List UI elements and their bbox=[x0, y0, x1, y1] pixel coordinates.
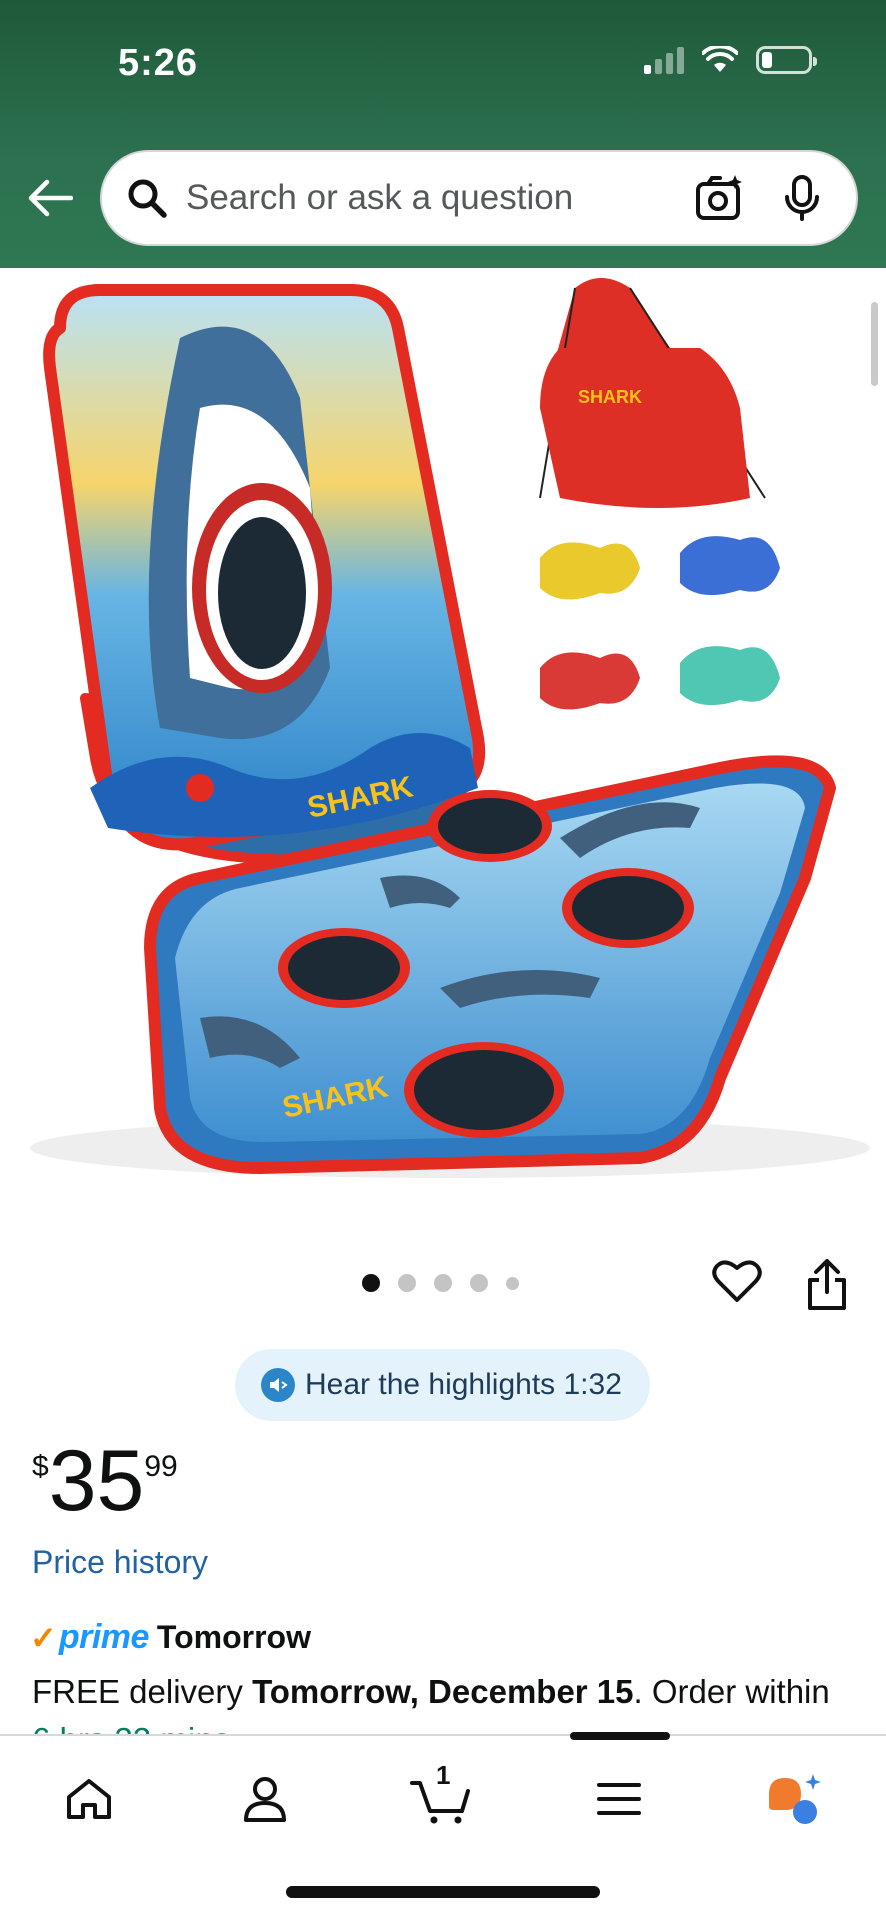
home-indicator bbox=[286, 1886, 600, 1898]
back-button[interactable] bbox=[22, 170, 78, 226]
pagination-dot[interactable] bbox=[434, 1274, 452, 1292]
cart-count: 1 bbox=[436, 1760, 451, 1790]
tab-indicator bbox=[570, 1732, 670, 1740]
search-input[interactable]: Search or ask a question bbox=[186, 178, 668, 218]
image-pagination[interactable] bbox=[362, 1274, 519, 1292]
prime-delivery-day: Tomorrow bbox=[156, 1619, 311, 1655]
hear-highlights-label: Hear the highlights 1:32 bbox=[305, 1368, 622, 1401]
product-photo: SHARK SHARK SHARK bbox=[30, 278, 870, 1178]
app-header: 5:26 Search or ask a question bbox=[0, 0, 886, 268]
pagination-dot[interactable] bbox=[398, 1274, 416, 1292]
battery-icon bbox=[756, 46, 817, 74]
delivery-date: Tomorrow, December 15 bbox=[252, 1673, 634, 1710]
hear-highlights-button[interactable]: Hear the highlights 1:32 bbox=[235, 1349, 650, 1421]
delivery-suffix: . Order within bbox=[633, 1673, 830, 1710]
svg-text:SHARK: SHARK bbox=[578, 387, 642, 407]
tab-menu[interactable] bbox=[584, 1764, 654, 1834]
pagination-dot[interactable] bbox=[506, 1276, 519, 1290]
voice-search-button[interactable] bbox=[772, 168, 832, 228]
tab-rufus[interactable] bbox=[760, 1764, 830, 1834]
wishlist-button[interactable] bbox=[712, 1258, 762, 1308]
prime-logo: prime bbox=[58, 1618, 150, 1656]
search-bar[interactable]: Search or ask a question bbox=[100, 150, 858, 246]
scroll-indicator bbox=[871, 302, 878, 386]
share-button[interactable] bbox=[804, 1258, 850, 1312]
audio-icon bbox=[261, 1368, 295, 1402]
price-fraction: 99 bbox=[144, 1450, 178, 1483]
camera-search-button[interactable] bbox=[690, 168, 750, 228]
delivery-prefix: FREE delivery bbox=[32, 1673, 253, 1710]
status-icons bbox=[644, 46, 817, 74]
prime-check-icon: ✓ bbox=[30, 1619, 57, 1656]
home-icon bbox=[67, 1779, 111, 1819]
hamburger-menu-icon bbox=[597, 1783, 641, 1815]
product-price: $ 35 99 bbox=[32, 1438, 178, 1524]
camera-sparkle-icon bbox=[696, 175, 742, 220]
price-history-link[interactable]: Price history bbox=[32, 1544, 208, 1581]
prime-badge: ✓ prime Tomorrow bbox=[30, 1618, 311, 1657]
tab-home[interactable] bbox=[54, 1764, 124, 1834]
pagination-dot[interactable] bbox=[362, 1274, 380, 1292]
price-symbol: $ bbox=[32, 1450, 49, 1483]
pagination-dot[interactable] bbox=[470, 1274, 488, 1292]
person-icon bbox=[244, 1777, 286, 1822]
arrow-left-icon bbox=[28, 179, 73, 217]
wifi-icon bbox=[702, 46, 738, 72]
rufus-assistant-icon bbox=[769, 1774, 821, 1824]
price-whole: 35 bbox=[48, 1433, 145, 1529]
tab-account[interactable] bbox=[230, 1764, 300, 1834]
microphone-icon bbox=[785, 175, 819, 221]
signal-icon bbox=[644, 46, 684, 74]
tab-cart[interactable]: 1 bbox=[406, 1760, 476, 1834]
share-icon bbox=[808, 1259, 846, 1310]
search-icon bbox=[128, 179, 167, 218]
product-image[interactable]: SHARK SHARK SHARK bbox=[0, 268, 886, 1188]
heart-icon bbox=[712, 1260, 762, 1302]
status-time: 5:26 bbox=[118, 42, 199, 84]
